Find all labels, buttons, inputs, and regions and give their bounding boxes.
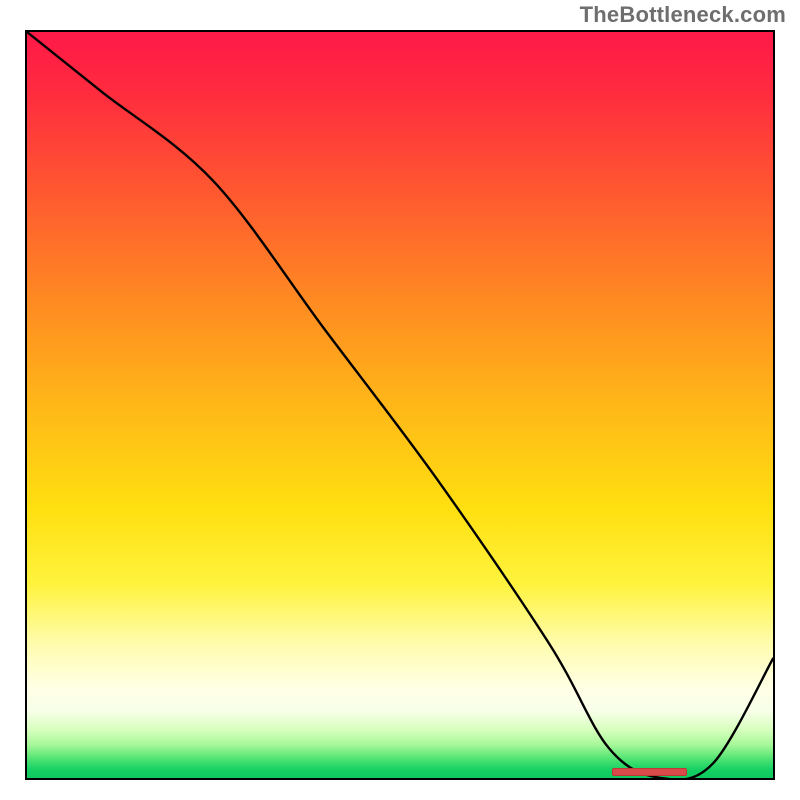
- watermark-text: TheBottleneck.com: [580, 2, 786, 28]
- plot-area: [25, 30, 775, 780]
- optimal-range-marker: [612, 768, 687, 776]
- chart-stage: TheBottleneck.com: [0, 0, 800, 800]
- bottleneck-curve: [27, 32, 773, 778]
